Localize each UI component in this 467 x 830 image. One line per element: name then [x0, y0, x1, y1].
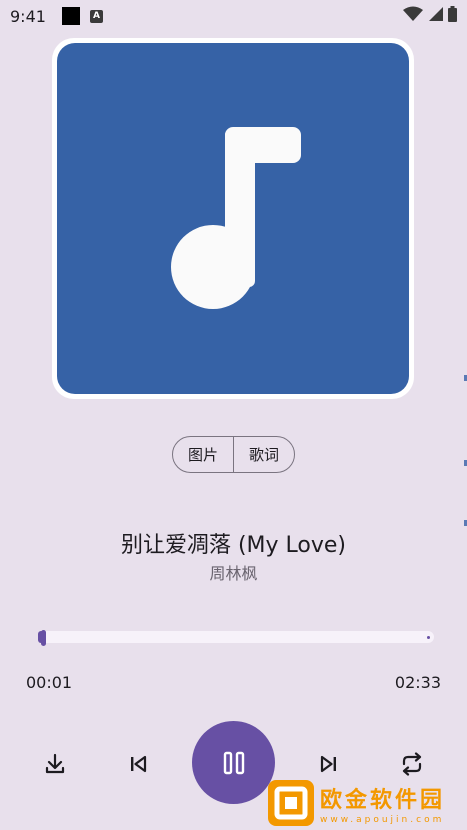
wifi-icon	[403, 6, 423, 21]
lyrics-toggle-button[interactable]: 歌词	[233, 437, 294, 472]
status-bar: 9:41 A	[0, 0, 467, 32]
status-time: 9:41	[10, 6, 46, 26]
watermark: 欧金软件园 www.apoujin.com	[268, 776, 467, 830]
repeat-icon	[402, 752, 422, 776]
status-icons	[403, 6, 457, 22]
song-artist: 周林枫	[209, 564, 258, 583]
music-note-icon	[171, 127, 301, 309]
progress-track[interactable]	[38, 631, 434, 643]
previous-button[interactable]	[124, 750, 152, 778]
next-button[interactable]	[315, 750, 343, 778]
skip-next-icon	[320, 755, 336, 773]
notification-square-icon	[61, 7, 80, 25]
picture-toggle-button[interactable]: 图片	[173, 437, 233, 472]
total-time: 02:33	[394, 673, 441, 692]
song-title: 别让爱凋落 (My Love)	[120, 533, 347, 558]
skip-previous-icon	[131, 755, 147, 773]
battery-icon	[448, 6, 457, 22]
pause-icon	[223, 751, 244, 774]
download-button[interactable]	[40, 750, 70, 778]
progress-end-dot	[427, 636, 430, 639]
play-pause-button[interactable]	[192, 721, 275, 804]
current-time: 00:01	[26, 673, 73, 692]
notification-badge-icon: A	[89, 9, 103, 23]
watermark-text: 欧金软件园	[320, 787, 446, 813]
view-toggle: 图片 歌词	[172, 436, 295, 473]
repeat-button[interactable]	[396, 749, 428, 779]
progress-thumb[interactable]	[41, 630, 46, 646]
watermark-url: www.apoujin.com	[320, 814, 445, 825]
download-icon	[45, 753, 65, 774]
album-art-frame	[52, 38, 414, 399]
album-art	[57, 43, 409, 394]
watermark-logo	[268, 780, 314, 826]
cellular-signal-icon	[429, 7, 443, 21]
